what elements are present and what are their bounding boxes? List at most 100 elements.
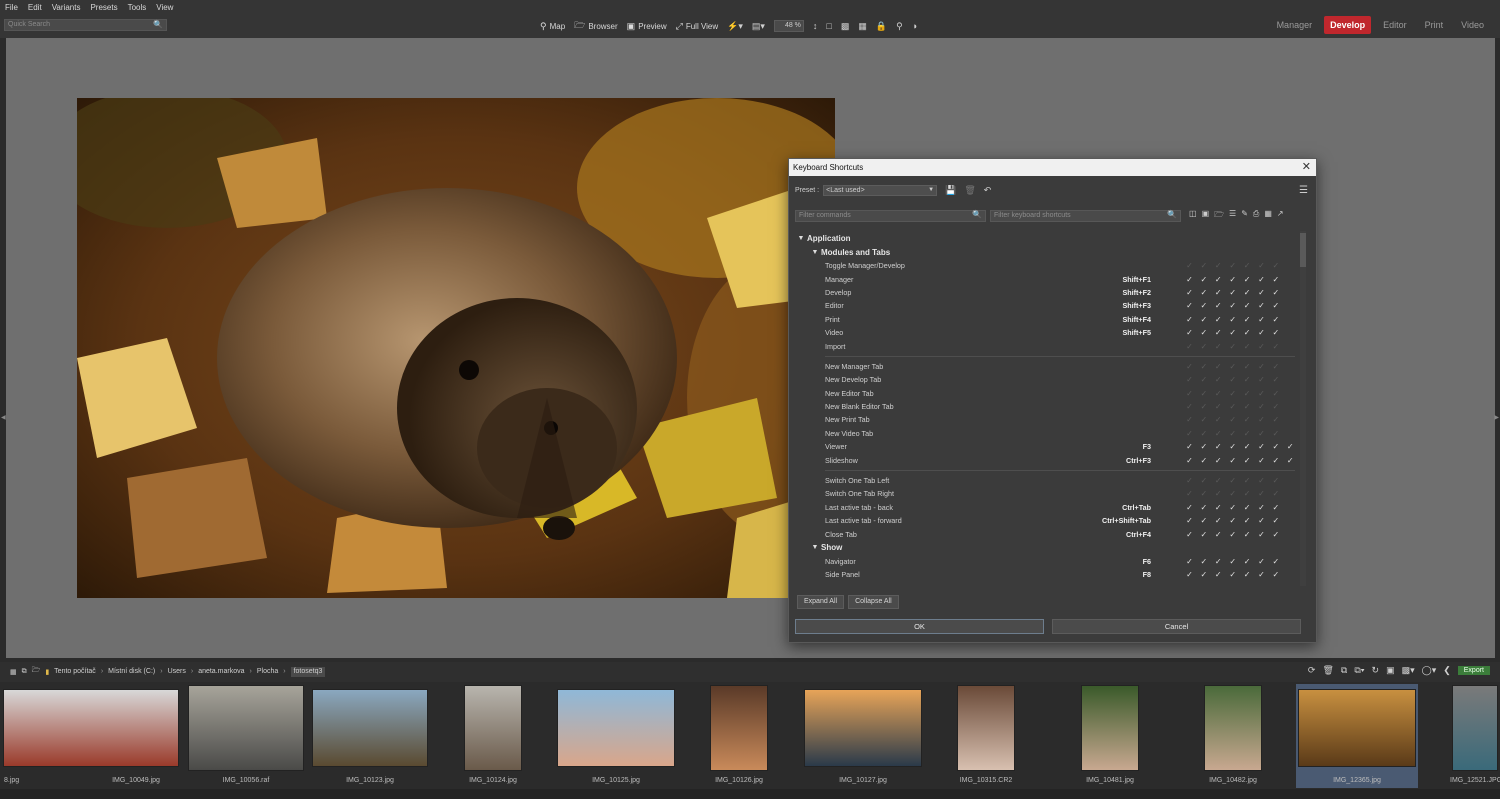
shortcut-key[interactable]: Ctrl+F3 [1055, 456, 1151, 465]
shortcut-row[interactable]: Print Shift+F4 ✓ ✓ ✓ ✓ ✓ ✓ ✓ [795, 313, 1295, 326]
cancel-button[interactable]: Cancel [1052, 619, 1301, 634]
check-icon[interactable]: ✓ [1185, 375, 1194, 384]
check-icon[interactable]: ✓ [1257, 315, 1266, 324]
breadcrumb-item[interactable]: aneta.markova [198, 668, 244, 675]
shortcut-row[interactable]: Slideshow Ctrl+F3 ✓ ✓ ✓ ✓ ✓ ✓ ✓ ✓ [795, 453, 1295, 466]
check-icon[interactable]: ✓ [1214, 476, 1223, 485]
check-icon[interactable]: ✓ [1185, 456, 1194, 465]
stack-icon[interactable]: ▩▾ [1402, 665, 1415, 676]
shortcut-row[interactable]: Last active tab - forward Ctrl+Shift+Tab ✓… [795, 514, 1295, 527]
check-icon[interactable]: ✓ [1214, 288, 1223, 297]
category-show[interactable]: ▼ Show [795, 541, 1295, 555]
lock-icon[interactable]: 🔒 [876, 21, 887, 32]
check-icon[interactable]: ✓ [1214, 275, 1223, 284]
full-view-button[interactable]: ⤢ Full View [676, 21, 719, 32]
check-icon[interactable]: ✓ [1214, 342, 1223, 351]
check-icon[interactable]: ✓ [1257, 328, 1266, 337]
thumbnail[interactable]: IMG_12365.jpg [1296, 684, 1418, 788]
thumbnail[interactable]: IMG_10482.jpg [1203, 684, 1263, 788]
check-icon[interactable]: ✓ [1199, 288, 1208, 297]
check-icon[interactable]: ✓ [1185, 570, 1194, 579]
scrollbar-thumb[interactable] [1300, 233, 1306, 267]
check-icon[interactable]: ✓ [1243, 516, 1252, 525]
thumbnail[interactable]: IMG_10315.CR2 [956, 684, 1016, 788]
shortcut-row[interactable]: Close Tab Ctrl+F4 ✓ ✓ ✓ ✓ ✓ ✓ ✓ [795, 527, 1295, 540]
check-icon[interactable]: ✓ [1185, 442, 1194, 451]
check-icon[interactable]: ✓ [1214, 301, 1223, 310]
check-icon[interactable]: ✓ [1271, 456, 1280, 465]
check-icon[interactable]: ✓ [1243, 362, 1252, 371]
copy-icon[interactable]: ⧉ [22, 668, 27, 676]
check-icon[interactable]: ✓ [1185, 402, 1194, 411]
breadcrumb-item[interactable]: fotosetq3 [290, 666, 326, 677]
check-icon[interactable]: ✓ [1257, 389, 1266, 398]
check-icon[interactable]: ✓ [1271, 389, 1280, 398]
check-icon[interactable]: ✓ [1228, 503, 1237, 512]
check-icon[interactable]: ✓ [1228, 389, 1237, 398]
category-modules-and-tabs[interactable]: ▼ Modules and Tabs [795, 245, 1295, 259]
check-icon[interactable]: ✓ [1199, 557, 1208, 566]
check-icon[interactable]: ✓ [1228, 570, 1237, 579]
chevron-down-icon[interactable]: ▼ [795, 235, 807, 242]
filter-shortcuts-input[interactable]: Filter keyboard shortcuts 🔍 [990, 210, 1181, 222]
thumbnail[interactable]: IMG_10124.jpg [463, 684, 523, 788]
check-icon[interactable]: ✓ [1243, 275, 1252, 284]
new-folder-icon[interactable]: 🗁 [32, 666, 41, 677]
check-icon[interactable]: ✓ [1214, 362, 1223, 371]
menu-tools[interactable]: Tools [123, 2, 152, 14]
browser-column-icon[interactable]: 🗁 [1214, 209, 1224, 223]
check-icon[interactable]: ✓ [1199, 476, 1208, 485]
check-icon[interactable]: ✓ [1228, 456, 1237, 465]
label-icon[interactable]: ◯▾ [1422, 665, 1437, 676]
check-icon[interactable]: ✓ [1214, 328, 1223, 337]
check-icon[interactable]: ✓ [1228, 288, 1237, 297]
shortcut-key[interactable]: Ctrl+Shift+Tab [1055, 516, 1151, 525]
check-icon[interactable]: ✓ [1185, 516, 1194, 525]
check-icon[interactable]: ✓ [1243, 530, 1252, 539]
check-icon[interactable]: ✓ [1214, 402, 1223, 411]
check-icon[interactable]: ✓ [1257, 429, 1266, 438]
shortcut-row[interactable]: Manager Shift+F1 ✓ ✓ ✓ ✓ ✓ ✓ ✓ [795, 272, 1295, 285]
check-icon[interactable]: ✓ [1271, 402, 1280, 411]
shortcut-key[interactable]: F3 [1055, 442, 1151, 451]
check-icon[interactable]: ✓ [1243, 429, 1252, 438]
share-icon[interactable]: ❮ [1443, 665, 1451, 676]
tab-video[interactable]: Video [1455, 16, 1490, 34]
manager-column-icon[interactable]: ◫ [1189, 209, 1197, 223]
check-icon[interactable]: ✓ [1199, 261, 1208, 270]
check-icon[interactable]: ✓ [1185, 503, 1194, 512]
breadcrumb-item[interactable]: Místní disk (C:) [108, 668, 155, 675]
check-icon[interactable]: ✓ [1228, 301, 1237, 310]
check-icon[interactable]: ✓ [1271, 301, 1280, 310]
check-icon[interactable]: ✓ [1185, 557, 1194, 566]
duplicate-icon[interactable]: ▣ [1386, 665, 1395, 676]
zoom-stepper-icon[interactable]: ↕ [813, 21, 818, 31]
check-icon[interactable]: ✓ [1243, 288, 1252, 297]
check-icon[interactable]: ✓ [1271, 261, 1280, 270]
shortcut-key[interactable]: Shift+F3 [1055, 301, 1151, 310]
check-icon[interactable]: ✓ [1228, 342, 1237, 351]
check-icon[interactable]: ✓ [1271, 442, 1280, 451]
thumbnail[interactable]: IMG_10049.jpg 8.jpg [0, 684, 182, 788]
check-icon[interactable]: ✓ [1214, 456, 1223, 465]
check-icon[interactable]: ✓ [1257, 516, 1266, 525]
chevron-down-icon[interactable]: ▼ [809, 249, 821, 256]
fit-icon[interactable]: □ [826, 21, 831, 31]
breadcrumb-item[interactable]: Tento počítač [54, 668, 96, 675]
flash-icon[interactable]: ⚡▾ [727, 21, 743, 32]
check-icon[interactable]: ✓ [1271, 557, 1280, 566]
check-icon[interactable]: ✓ [1214, 429, 1223, 438]
save-preset-icon[interactable]: 💾 [945, 185, 956, 196]
check-icon[interactable]: ✓ [1214, 489, 1223, 498]
check-icon[interactable]: ✓ [1214, 530, 1223, 539]
check-icon[interactable]: ✓ [1271, 288, 1280, 297]
check-icon[interactable]: ✓ [1185, 415, 1194, 424]
shortcut-row[interactable]: Last active tab - back Ctrl+Tab ✓ ✓ ✓ ✓ ✓ ✓ ✓ [795, 501, 1295, 514]
shortcut-row[interactable]: Switch One Tab Right ✓ ✓ ✓ ✓ ✓ ✓ ✓ [795, 487, 1295, 500]
check-icon[interactable]: ✓ [1228, 516, 1237, 525]
shortcut-row[interactable]: Video Shift+F5 ✓ ✓ ✓ ✓ ✓ ✓ ✓ [795, 326, 1295, 339]
check-icon[interactable]: ✓ [1271, 516, 1280, 525]
check-icon[interactable]: ✓ [1271, 362, 1280, 371]
check-icon[interactable]: ✓ [1185, 530, 1194, 539]
check-icon[interactable]: ✓ [1271, 315, 1280, 324]
